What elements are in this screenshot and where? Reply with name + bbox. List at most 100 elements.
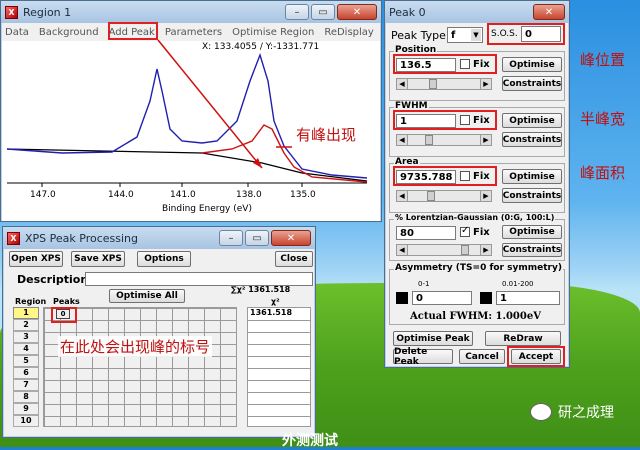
region-row-number[interactable]: 1 [13, 307, 39, 319]
peak-titlebar: Peak 0 ✕ [385, 1, 569, 23]
slider-thumb[interactable] [429, 79, 437, 89]
minimize-button[interactable]: – [219, 230, 243, 246]
close-button[interactable]: ✕ [533, 4, 565, 20]
close-xps-button[interactable]: Close [275, 251, 313, 267]
xps-window: X XPS Peak Processing – ▭ ✕ Open XPS Sav… [2, 226, 316, 438]
sos-highlight [487, 23, 565, 45]
slider-thumb[interactable] [425, 135, 433, 145]
lg-optimise-button[interactable]: Optimise [502, 225, 562, 239]
asym-input1[interactable]: 0 [412, 291, 472, 305]
region-row-number[interactable]: 4 [13, 343, 39, 355]
slider-left-arrow[interactable]: ◀ [397, 245, 408, 255]
slider-thumb[interactable] [427, 191, 435, 201]
slider-right-arrow[interactable]: ▶ [480, 79, 491, 89]
open-xps-button[interactable]: Open XPS [9, 251, 63, 267]
lg-slider[interactable]: ◀ ▶ [396, 244, 492, 256]
slider-right-arrow[interactable]: ▶ [480, 191, 491, 201]
area-optimise-button[interactable]: Optimise [502, 169, 562, 184]
position-constraints-button[interactable]: Constraints [502, 76, 562, 91]
menu-redisplay[interactable]: ReDisplay [324, 27, 374, 38]
area-slider[interactable]: ◀ ▶ [396, 190, 492, 202]
slider-thumb[interactable] [461, 245, 469, 255]
slider-left-arrow[interactable]: ◀ [397, 135, 408, 145]
area-highlight [393, 166, 497, 186]
slider-right-arrow[interactable]: ▶ [480, 135, 491, 145]
cancel-button[interactable]: Cancel [459, 349, 505, 364]
menu-optimise-region[interactable]: Optimise Region [232, 27, 314, 38]
accept-highlight [507, 346, 565, 367]
close-button[interactable]: ✕ [271, 230, 311, 246]
tick-marks [41, 183, 303, 187]
wechat-icon [530, 403, 552, 421]
minimize-button[interactable]: – [285, 4, 309, 20]
asym-color1 [396, 292, 408, 304]
lg-constraints-button[interactable]: Constraints [502, 243, 562, 257]
region-row-number[interactable]: 9 [13, 403, 39, 415]
slider-left-arrow[interactable]: ◀ [397, 79, 408, 89]
peak-window: Peak 0 ✕ Peak Type f ▼ S.O.S. 0 Position… [384, 0, 570, 368]
lg-input[interactable]: 80 [396, 226, 456, 240]
chi-list: 1361.518 [247, 307, 311, 427]
asym-input2[interactable]: 1 [496, 291, 560, 305]
region-label: Region [15, 297, 47, 306]
region-row-number[interactable]: 10 [13, 415, 39, 427]
tick-label: 138.0 [236, 190, 262, 200]
region-titlebar: X Region 1 – ▭ ✕ [1, 1, 381, 23]
maximize-button[interactable]: ▭ [245, 230, 269, 246]
region-row-number[interactable]: 2 [13, 319, 39, 331]
peak-type-select[interactable]: f ▼ [447, 27, 483, 43]
peak-appears-annotation: 有峰出现 [296, 126, 357, 144]
lg-group: % Lorentzian-Gaussian (0:G, 100:L) 80 ✓ F… [389, 213, 565, 261]
redraw-button[interactable]: ReDraw [485, 331, 561, 346]
lg-fix[interactable]: ✓ Fix [460, 225, 490, 238]
spectrum-line [6, 52, 368, 179]
lg-fix-checkbox[interactable]: ✓ [460, 225, 470, 237]
area-constraints-button[interactable]: Constraints [502, 188, 562, 203]
fwhm-slider[interactable]: ◀ ▶ [396, 134, 492, 146]
peaks-grid[interactable]: 0 [43, 307, 237, 427]
wechat-watermark: 研之成理 [530, 402, 614, 422]
asym-color2 [480, 292, 492, 304]
region-grid: 1 2 3 4 5 6 7 8 9 10 0 [13, 307, 237, 433]
region-row-number[interactable]: 6 [13, 367, 39, 379]
tick-label: 147.0 [30, 190, 56, 200]
fwhm-annotation: 半峰宽 [580, 110, 626, 128]
close-button[interactable]: ✕ [337, 4, 377, 20]
slider-left-arrow[interactable]: ◀ [397, 191, 408, 201]
save-xps-button[interactable]: Save XPS [71, 251, 125, 267]
region-menubar: Data Background Add Peak Parameters Opti… [1, 23, 381, 41]
position-slider[interactable]: ◀ ▶ [396, 78, 492, 90]
app-icon: X [5, 5, 18, 19]
fwhm-constraints-button[interactable]: Constraints [502, 132, 562, 147]
description-input[interactable] [85, 272, 313, 286]
region-row-number[interactable]: 5 [13, 355, 39, 367]
options-button[interactable]: Options [137, 251, 191, 267]
fwhm-highlight [393, 110, 497, 130]
app-icon: X [7, 231, 20, 245]
xps-titlebar: X XPS Peak Processing – ▭ ✕ [3, 227, 315, 249]
menu-data[interactable]: Data [5, 27, 29, 38]
peaks-label: Peaks [53, 297, 80, 306]
add-peak-highlight [108, 22, 158, 40]
asym-range1: 0-1 [418, 280, 430, 288]
menu-background[interactable]: Background [39, 27, 99, 38]
menu-parameters[interactable]: Parameters [165, 27, 222, 38]
region-title: Region 1 [23, 5, 72, 19]
peak-tag-highlight [51, 307, 77, 323]
position-optimise-button[interactable]: Optimise [502, 57, 562, 72]
peak-number-annotation: 在此处会出现峰的标号 [58, 336, 213, 357]
delete-peak-button[interactable]: Delete Peak [393, 347, 453, 367]
region-row-number[interactable]: 8 [13, 391, 39, 403]
tick-label: 144.0 [108, 190, 134, 200]
chevron-down-icon: ▼ [471, 29, 481, 41]
region-row-number[interactable]: 3 [13, 331, 39, 343]
region-row-number[interactable]: 7 [13, 379, 39, 391]
maximize-button[interactable]: ▭ [311, 4, 335, 20]
asym-range2: 0.01-200 [502, 280, 534, 288]
x-axis-label: Binding Energy (eV) [162, 204, 252, 214]
slider-right-arrow[interactable]: ▶ [480, 245, 491, 255]
optimise-all-button[interactable]: Optimise All [109, 289, 185, 303]
region-numbers: 1 2 3 4 5 6 7 8 9 10 [13, 307, 39, 427]
optimise-peak-button[interactable]: Optimise Peak [393, 331, 473, 346]
fwhm-optimise-button[interactable]: Optimise [502, 113, 562, 128]
